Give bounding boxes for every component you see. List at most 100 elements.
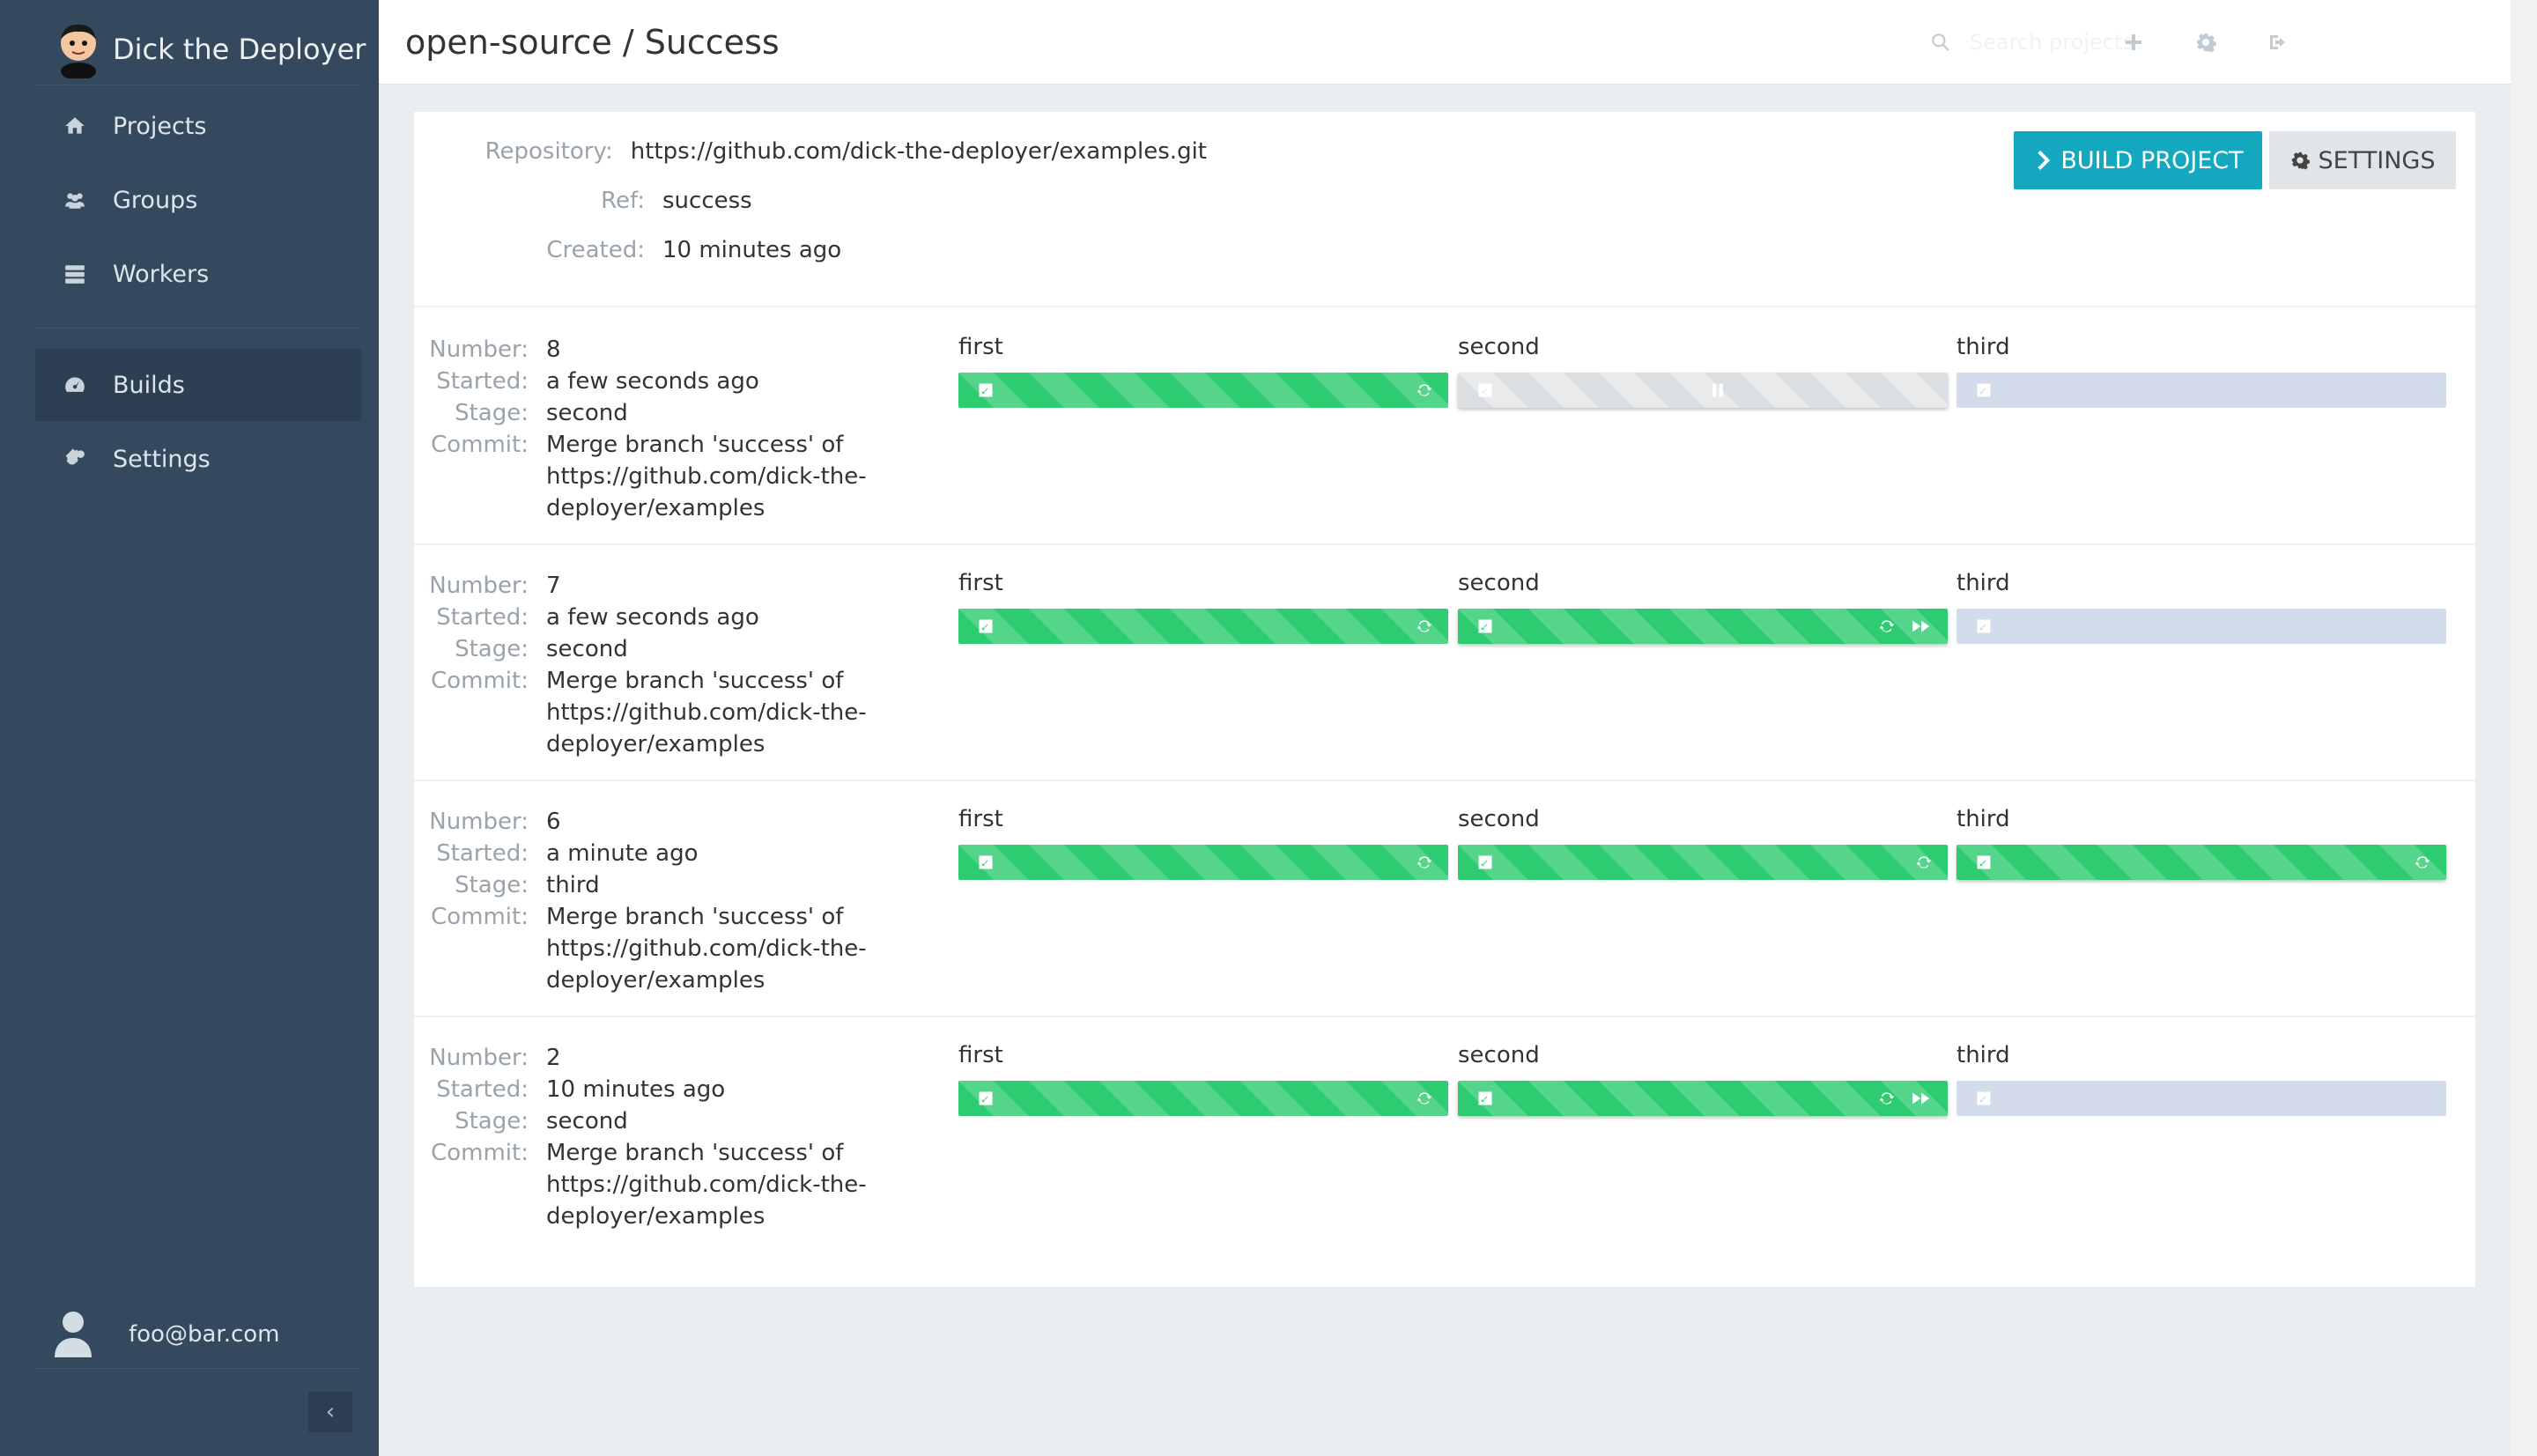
stage-progress-bar[interactable] bbox=[1956, 845, 2446, 880]
stage-progress-bar[interactable] bbox=[1956, 1081, 2446, 1116]
build-stage: second bbox=[546, 1108, 628, 1134]
external-link-icon[interactable] bbox=[976, 617, 995, 636]
refresh-icon[interactable] bbox=[1415, 381, 1434, 400]
sidebar-item-builds[interactable]: Builds bbox=[35, 349, 361, 421]
scrollbar[interactable] bbox=[2511, 0, 2537, 1456]
created-row: Created: 10 minutes ago bbox=[414, 237, 1207, 272]
fast-forward-icon[interactable] bbox=[1909, 1089, 1934, 1108]
logout-button[interactable] bbox=[2262, 26, 2294, 58]
external-link-icon[interactable] bbox=[1974, 853, 1993, 872]
build-number-label: Number: bbox=[429, 573, 529, 599]
chevron-right-icon bbox=[2038, 151, 2051, 170]
add-button[interactable] bbox=[2118, 26, 2149, 58]
ref-value: success bbox=[662, 188, 752, 214]
deployer-avatar-icon bbox=[55, 20, 102, 80]
stage-name: third bbox=[1956, 334, 2010, 360]
build-commit: Merge branch 'success' of https://github… bbox=[546, 904, 867, 994]
build-commit-row: Commit: Merge branch 'success' of https:/… bbox=[414, 429, 1365, 524]
sidebar-item-label: Settings bbox=[113, 445, 211, 473]
search-box[interactable] bbox=[1929, 21, 2282, 63]
stage-progress-bar[interactable] bbox=[1956, 609, 2446, 644]
stage-name: first bbox=[958, 570, 1003, 596]
settings-button[interactable] bbox=[2190, 26, 2222, 58]
plus-icon bbox=[2126, 34, 2141, 50]
refresh-icon[interactable] bbox=[1415, 1089, 1434, 1108]
build-started: a few seconds ago bbox=[546, 604, 759, 631]
sidebar-item-groups[interactable]: Groups bbox=[35, 164, 361, 236]
stage-progress-bar[interactable] bbox=[958, 373, 1448, 408]
external-link-icon[interactable] bbox=[976, 853, 995, 872]
external-link-icon[interactable] bbox=[1476, 853, 1495, 872]
stage-first: first bbox=[958, 806, 1448, 880]
project-card: Repository: https://github.com/dick-the-… bbox=[414, 112, 2475, 1287]
sidebar-item-workers[interactable]: Workers bbox=[35, 238, 361, 310]
external-link-icon[interactable] bbox=[1476, 381, 1495, 400]
external-link-icon[interactable] bbox=[1974, 617, 1993, 636]
external-link-icon[interactable] bbox=[976, 381, 995, 400]
repository-label: Repository: bbox=[484, 138, 613, 165]
build-row: Number: 2 Started: 10 minutes ago Stage: seco… bbox=[414, 1016, 2475, 1252]
brand-name: Dick the Deployer bbox=[113, 33, 366, 66]
build-started-label: Started: bbox=[436, 1076, 529, 1103]
build-project-button[interactable]: BUILD PROJECT bbox=[2014, 131, 2262, 189]
build-commit-row: Commit: Merge branch 'success' of https:/… bbox=[414, 1137, 1365, 1232]
refresh-icon[interactable] bbox=[1877, 1089, 1897, 1108]
server-icon bbox=[62, 261, 88, 287]
sidebar-item-projects[interactable]: Projects bbox=[35, 90, 361, 162]
gear-icon bbox=[2291, 152, 2310, 170]
stage-progress-bar[interactable] bbox=[1458, 609, 1948, 644]
stage-progress-bar[interactable] bbox=[958, 845, 1448, 880]
user-email: foo@bar.com bbox=[129, 1321, 280, 1348]
build-row: Number: 6 Started: a minute ago Stage: third C… bbox=[414, 780, 2475, 1016]
sidebar-item-label: Workers bbox=[113, 260, 210, 288]
stage-progress-bar[interactable] bbox=[958, 1081, 1448, 1116]
build-commit: Merge branch 'success' of https://github… bbox=[546, 432, 867, 521]
build-stage-label: Stage: bbox=[455, 636, 529, 662]
project-settings-button[interactable]: SETTINGS bbox=[2269, 131, 2456, 189]
sidebar-item-label: Projects bbox=[113, 112, 207, 140]
external-link-icon[interactable] bbox=[1974, 1089, 1993, 1108]
project-settings-label: SETTINGS bbox=[2318, 146, 2436, 174]
build-stage-label: Stage: bbox=[455, 400, 529, 426]
sidebar-item-label: Groups bbox=[113, 186, 198, 214]
refresh-icon[interactable] bbox=[1415, 617, 1434, 636]
repository-row: Repository: https://github.com/dick-the-… bbox=[414, 138, 1207, 174]
cogs-icon bbox=[62, 446, 88, 472]
ref-label: Ref: bbox=[601, 188, 645, 214]
refresh-icon[interactable] bbox=[1415, 853, 1434, 872]
build-row: Number: 7 Started: a few seconds ago Stage: s… bbox=[414, 543, 2475, 780]
refresh-icon[interactable] bbox=[1877, 617, 1897, 636]
stage-second: second bbox=[1458, 1042, 1948, 1116]
pause-icon[interactable] bbox=[1708, 381, 1727, 400]
build-started-label: Started: bbox=[436, 604, 529, 631]
stage-progress-bar[interactable] bbox=[1956, 373, 2446, 408]
fast-forward-icon[interactable] bbox=[1909, 617, 1934, 636]
build-started: a few seconds ago bbox=[546, 368, 759, 395]
refresh-icon[interactable] bbox=[1914, 853, 1934, 872]
stage-progress-bar[interactable] bbox=[1458, 373, 1948, 408]
brand[interactable]: Dick the Deployer bbox=[55, 19, 366, 80]
build-stage: second bbox=[546, 400, 628, 426]
build-stage: second bbox=[546, 636, 628, 662]
stage-progress-bar[interactable] bbox=[1458, 1081, 1948, 1116]
stage-progress-bar[interactable] bbox=[1458, 845, 1948, 880]
stage-first: first bbox=[958, 334, 1448, 408]
sidebar-item-settings[interactable]: Settings bbox=[35, 423, 361, 495]
external-link-icon[interactable] bbox=[1476, 617, 1495, 636]
external-link-icon[interactable] bbox=[1974, 381, 1993, 400]
user-menu[interactable]: foo@bar.com bbox=[53, 1295, 361, 1374]
collapse-sidebar-button[interactable]: ‹ bbox=[308, 1392, 352, 1432]
build-started: a minute ago bbox=[546, 840, 699, 867]
build-number-label: Number: bbox=[429, 1045, 529, 1071]
build-commit: Merge branch 'success' of https://github… bbox=[546, 1140, 867, 1230]
build-commit-label: Commit: bbox=[431, 432, 529, 458]
search-icon bbox=[1932, 33, 1949, 51]
stage-progress-bar[interactable] bbox=[958, 609, 1448, 644]
stage-name: first bbox=[958, 334, 1003, 360]
external-link-icon[interactable] bbox=[976, 1089, 995, 1108]
build-number-label: Number: bbox=[429, 336, 529, 363]
refresh-icon[interactable] bbox=[2413, 853, 2432, 872]
external-link-icon[interactable] bbox=[1476, 1089, 1495, 1108]
build-commit: Merge branch 'success' of https://github… bbox=[546, 668, 867, 758]
build-commit-label: Commit: bbox=[431, 1140, 529, 1166]
